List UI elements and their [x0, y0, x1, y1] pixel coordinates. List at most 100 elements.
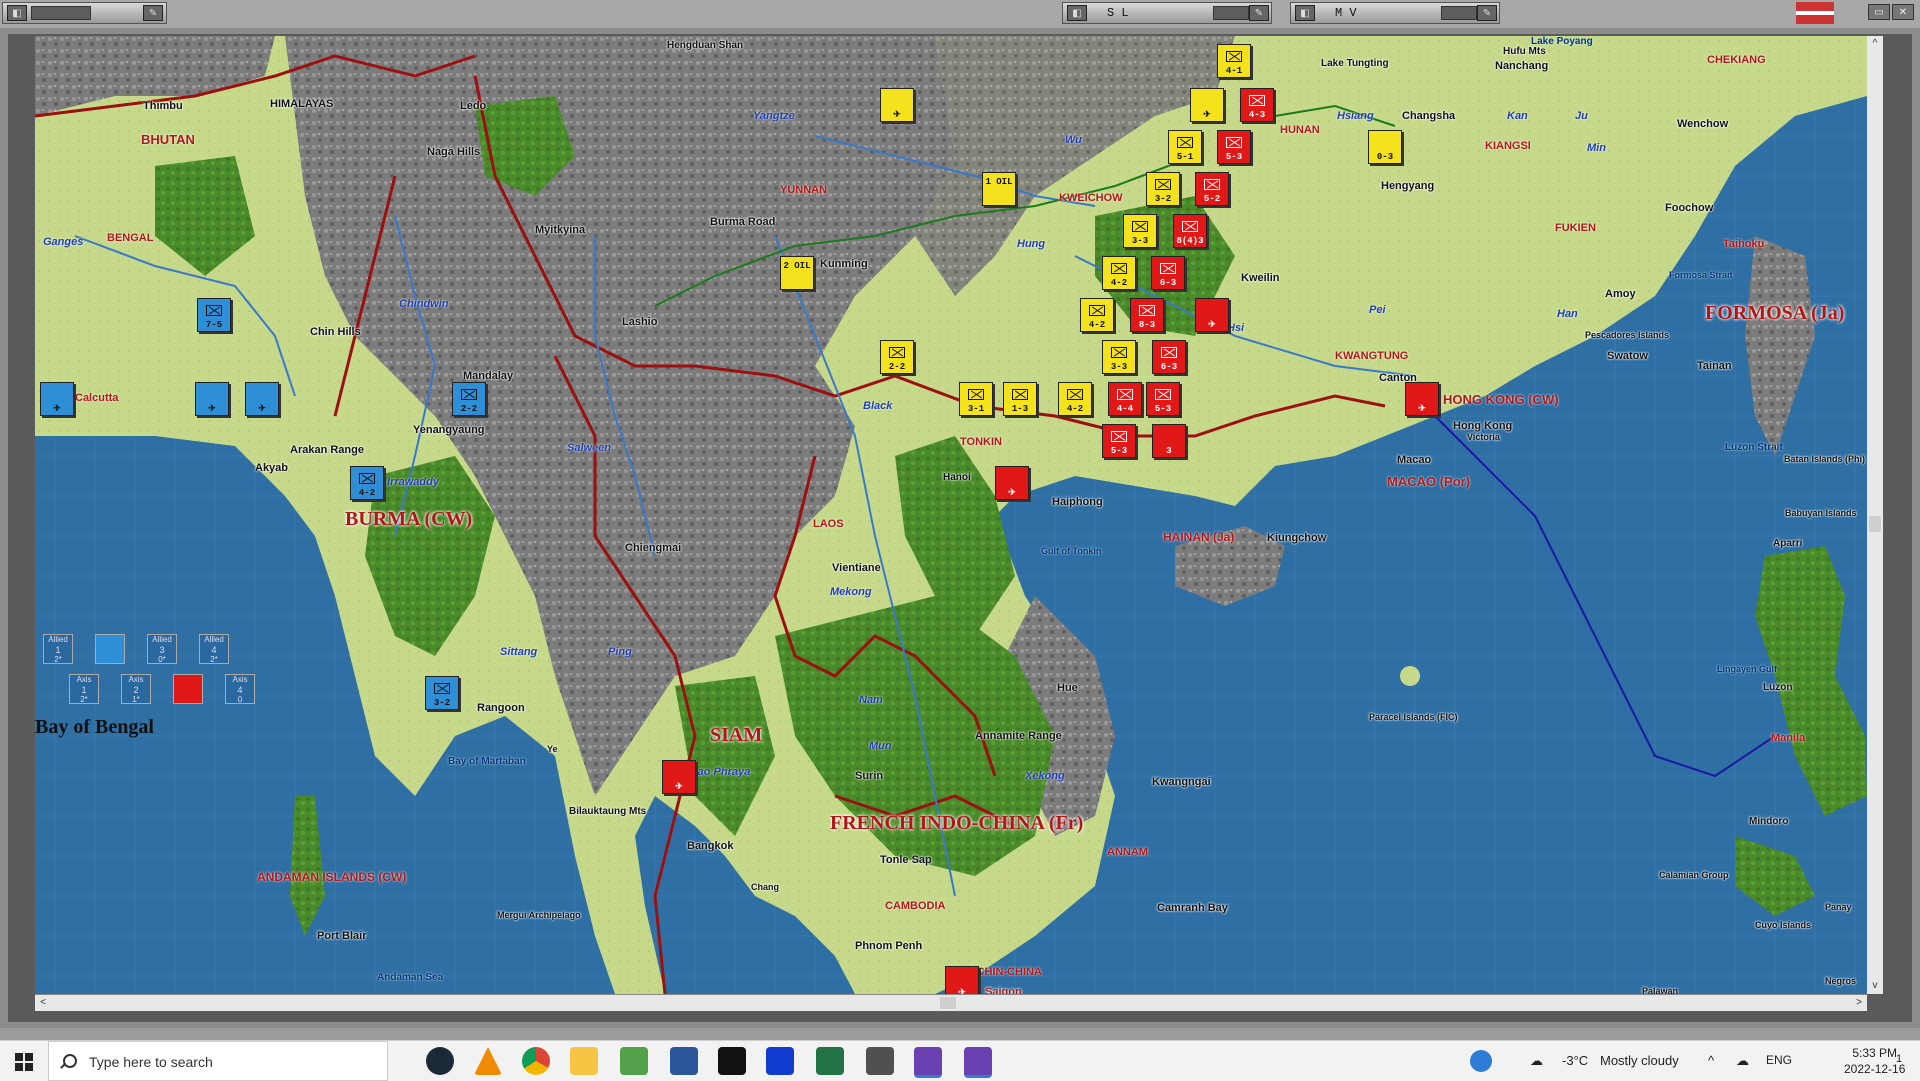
window-bar-mv[interactable]: ◧ M V ✎: [1290, 2, 1500, 24]
allied-unit[interactable]: 7-5: [197, 298, 231, 332]
steam-icon[interactable]: [426, 1047, 454, 1075]
chrome-icon[interactable]: [522, 1047, 550, 1075]
chinese-unit[interactable]: 5-3: [1146, 382, 1180, 416]
excel-icon[interactable]: [816, 1047, 844, 1075]
chinese-unit[interactable]: 5-3: [1102, 424, 1136, 458]
allied-unit[interactable]: ✈: [245, 382, 279, 416]
allied-track-chit[interactable]: Allied 4 2*: [199, 634, 229, 664]
japanese-unit[interactable]: 4-2: [1080, 298, 1114, 332]
allied-unit[interactable]: ✈: [40, 382, 74, 416]
oil-resource-marker[interactable]: 1 OIL: [982, 172, 1016, 206]
scroll-up-icon[interactable]: ^: [1867, 36, 1883, 52]
japanese-hq-unit[interactable]: 0-3: [1368, 130, 1402, 164]
grip-icon[interactable]: ◧: [1295, 5, 1315, 21]
scroll-right-icon[interactable]: >: [1851, 995, 1867, 1011]
japanese-unit[interactable]: 3-2: [1146, 172, 1180, 206]
unit-strength: 5-2: [1203, 194, 1221, 204]
disney-icon[interactable]: [766, 1047, 794, 1075]
japanese-unit[interactable]: 5-1: [1168, 130, 1202, 164]
japanese-air-unit[interactable]: ✈: [1190, 88, 1224, 122]
allied-track-chit[interactable]: Allied 3 0*: [147, 634, 177, 664]
netflix-icon[interactable]: [718, 1047, 746, 1075]
axis-track-chit[interactable]: Axis 4 0: [225, 674, 255, 704]
start-button[interactable]: [0, 1041, 48, 1081]
language-indicator[interactable]: ENG: [1766, 1053, 1792, 1067]
chinese-unit[interactable]: 8-3: [1130, 298, 1164, 332]
chinese-unit[interactable]: 6-3: [1151, 256, 1185, 290]
allied-track-chit[interactable]: [95, 634, 125, 664]
river-hung: Hung: [1017, 238, 1046, 250]
air-icon: ✈: [258, 404, 266, 414]
chinese-unit[interactable]: 8(4)3: [1173, 214, 1207, 248]
chinese-unit[interactable]: 5-3: [1217, 130, 1251, 164]
grip-icon[interactable]: ◧: [1067, 5, 1087, 21]
allied-unit[interactable]: 3-2: [425, 676, 459, 710]
infantry-icon: [461, 389, 477, 400]
allied-track-chit[interactable]: Allied 1 2*: [43, 634, 73, 664]
axis-track-chit[interactable]: [173, 674, 203, 704]
japanese-unit[interactable]: 4-1: [1217, 44, 1251, 78]
japanese-air-unit[interactable]: ✈: [880, 88, 914, 122]
network-icon[interactable]: ☁: [1736, 1053, 1749, 1069]
close-icon[interactable]: ✕: [1892, 4, 1914, 20]
infantry-icon: [1067, 389, 1083, 400]
weather-icon[interactable]: ☁: [1530, 1053, 1543, 1069]
japanese-unit[interactable]: 4-2: [1102, 256, 1136, 290]
city-tonle-sap: Tonle Sap: [880, 854, 932, 866]
oil-resource-marker[interactable]: 2 OIL: [780, 256, 814, 290]
window-bar-main[interactable]: ◧ ✎: [2, 2, 167, 24]
japanese-unit[interactable]: 1-3: [1003, 382, 1037, 416]
chinese-unit[interactable]: 4-4: [1108, 382, 1142, 416]
scroll-thumb[interactable]: [940, 997, 956, 1009]
chinese-unit[interactable]: 4-3: [1240, 88, 1274, 122]
chevron-up-icon[interactable]: ^: [1708, 1053, 1714, 1068]
scroll-left-icon[interactable]: <: [35, 995, 51, 1011]
chinese-unit[interactable]: ✈: [945, 966, 979, 994]
axis-track-chit[interactable]: Axis 2 1*: [121, 674, 151, 704]
chinese-unit[interactable]: 5-2: [1195, 172, 1229, 206]
japanese-unit[interactable]: 3-3: [1123, 214, 1157, 248]
vertical-scrollbar[interactable]: ^ v: [1867, 36, 1883, 994]
chinese-air-unit[interactable]: ✈: [1405, 382, 1439, 416]
window-slot: [1441, 6, 1477, 20]
infantry-icon: [1132, 221, 1148, 232]
japanese-unit[interactable]: 4-2: [1058, 382, 1092, 416]
horizontal-scrollbar[interactable]: < >: [35, 994, 1867, 1011]
help-icon[interactable]: [1470, 1050, 1492, 1072]
scroll-thumb[interactable]: [1869, 516, 1881, 532]
window-bar-sl[interactable]: ◧ S L ✎: [1062, 2, 1272, 24]
notification-badge[interactable]: 1: [1896, 1053, 1902, 1065]
game-app-icon[interactable]: [914, 1047, 942, 1078]
siam-air-unit[interactable]: ✈: [662, 760, 696, 794]
river-xekong: Xekong: [1025, 770, 1065, 782]
grip-icon[interactable]: ◧: [7, 5, 27, 21]
allied-unit[interactable]: 4-2: [350, 466, 384, 500]
unit-strength: 8-3: [1138, 320, 1156, 330]
calculator-icon[interactable]: [866, 1047, 894, 1075]
allied-unit[interactable]: 2-2: [452, 382, 486, 416]
minimize-icon[interactable]: ▭: [1868, 4, 1890, 20]
game-app-icon[interactable]: [964, 1047, 992, 1078]
scroll-icon[interactable]: ✎: [1249, 5, 1269, 21]
allied-unit[interactable]: ✈: [195, 382, 229, 416]
search-input[interactable]: Type here to search: [89, 1054, 213, 1070]
japanese-unit[interactable]: 3-3: [1102, 340, 1136, 374]
city-bilauktaung: Bilauktaung Mts: [569, 806, 647, 817]
axis-track-chit[interactable]: Axis 1 2*: [69, 674, 99, 704]
chinese-unit[interactable]: 3: [1152, 424, 1186, 458]
file-explorer-icon[interactable]: [570, 1047, 598, 1075]
scroll-down-icon[interactable]: v: [1867, 978, 1883, 994]
japanese-unit[interactable]: 2-2: [880, 340, 914, 374]
taskbar-search[interactable]: Type here to search: [48, 1041, 388, 1081]
notepad-icon[interactable]: [620, 1047, 648, 1075]
scroll-icon[interactable]: ✎: [143, 5, 163, 21]
word-icon[interactable]: [670, 1047, 698, 1075]
vlc-icon[interactable]: [474, 1047, 502, 1075]
game-map[interactable]: BURMA (CW) SIAM FRENCH INDO-CHINA (Fr) F…: [35, 36, 1867, 994]
chinese-air-unit[interactable]: ✈: [1195, 298, 1229, 332]
scroll-icon[interactable]: ✎: [1477, 5, 1497, 21]
chinese-unit[interactable]: 6-3: [1152, 340, 1186, 374]
chinese-air-unit[interactable]: ✈: [995, 466, 1029, 500]
japanese-unit[interactable]: 3-1: [959, 382, 993, 416]
river-ju: Ju: [1575, 110, 1588, 122]
